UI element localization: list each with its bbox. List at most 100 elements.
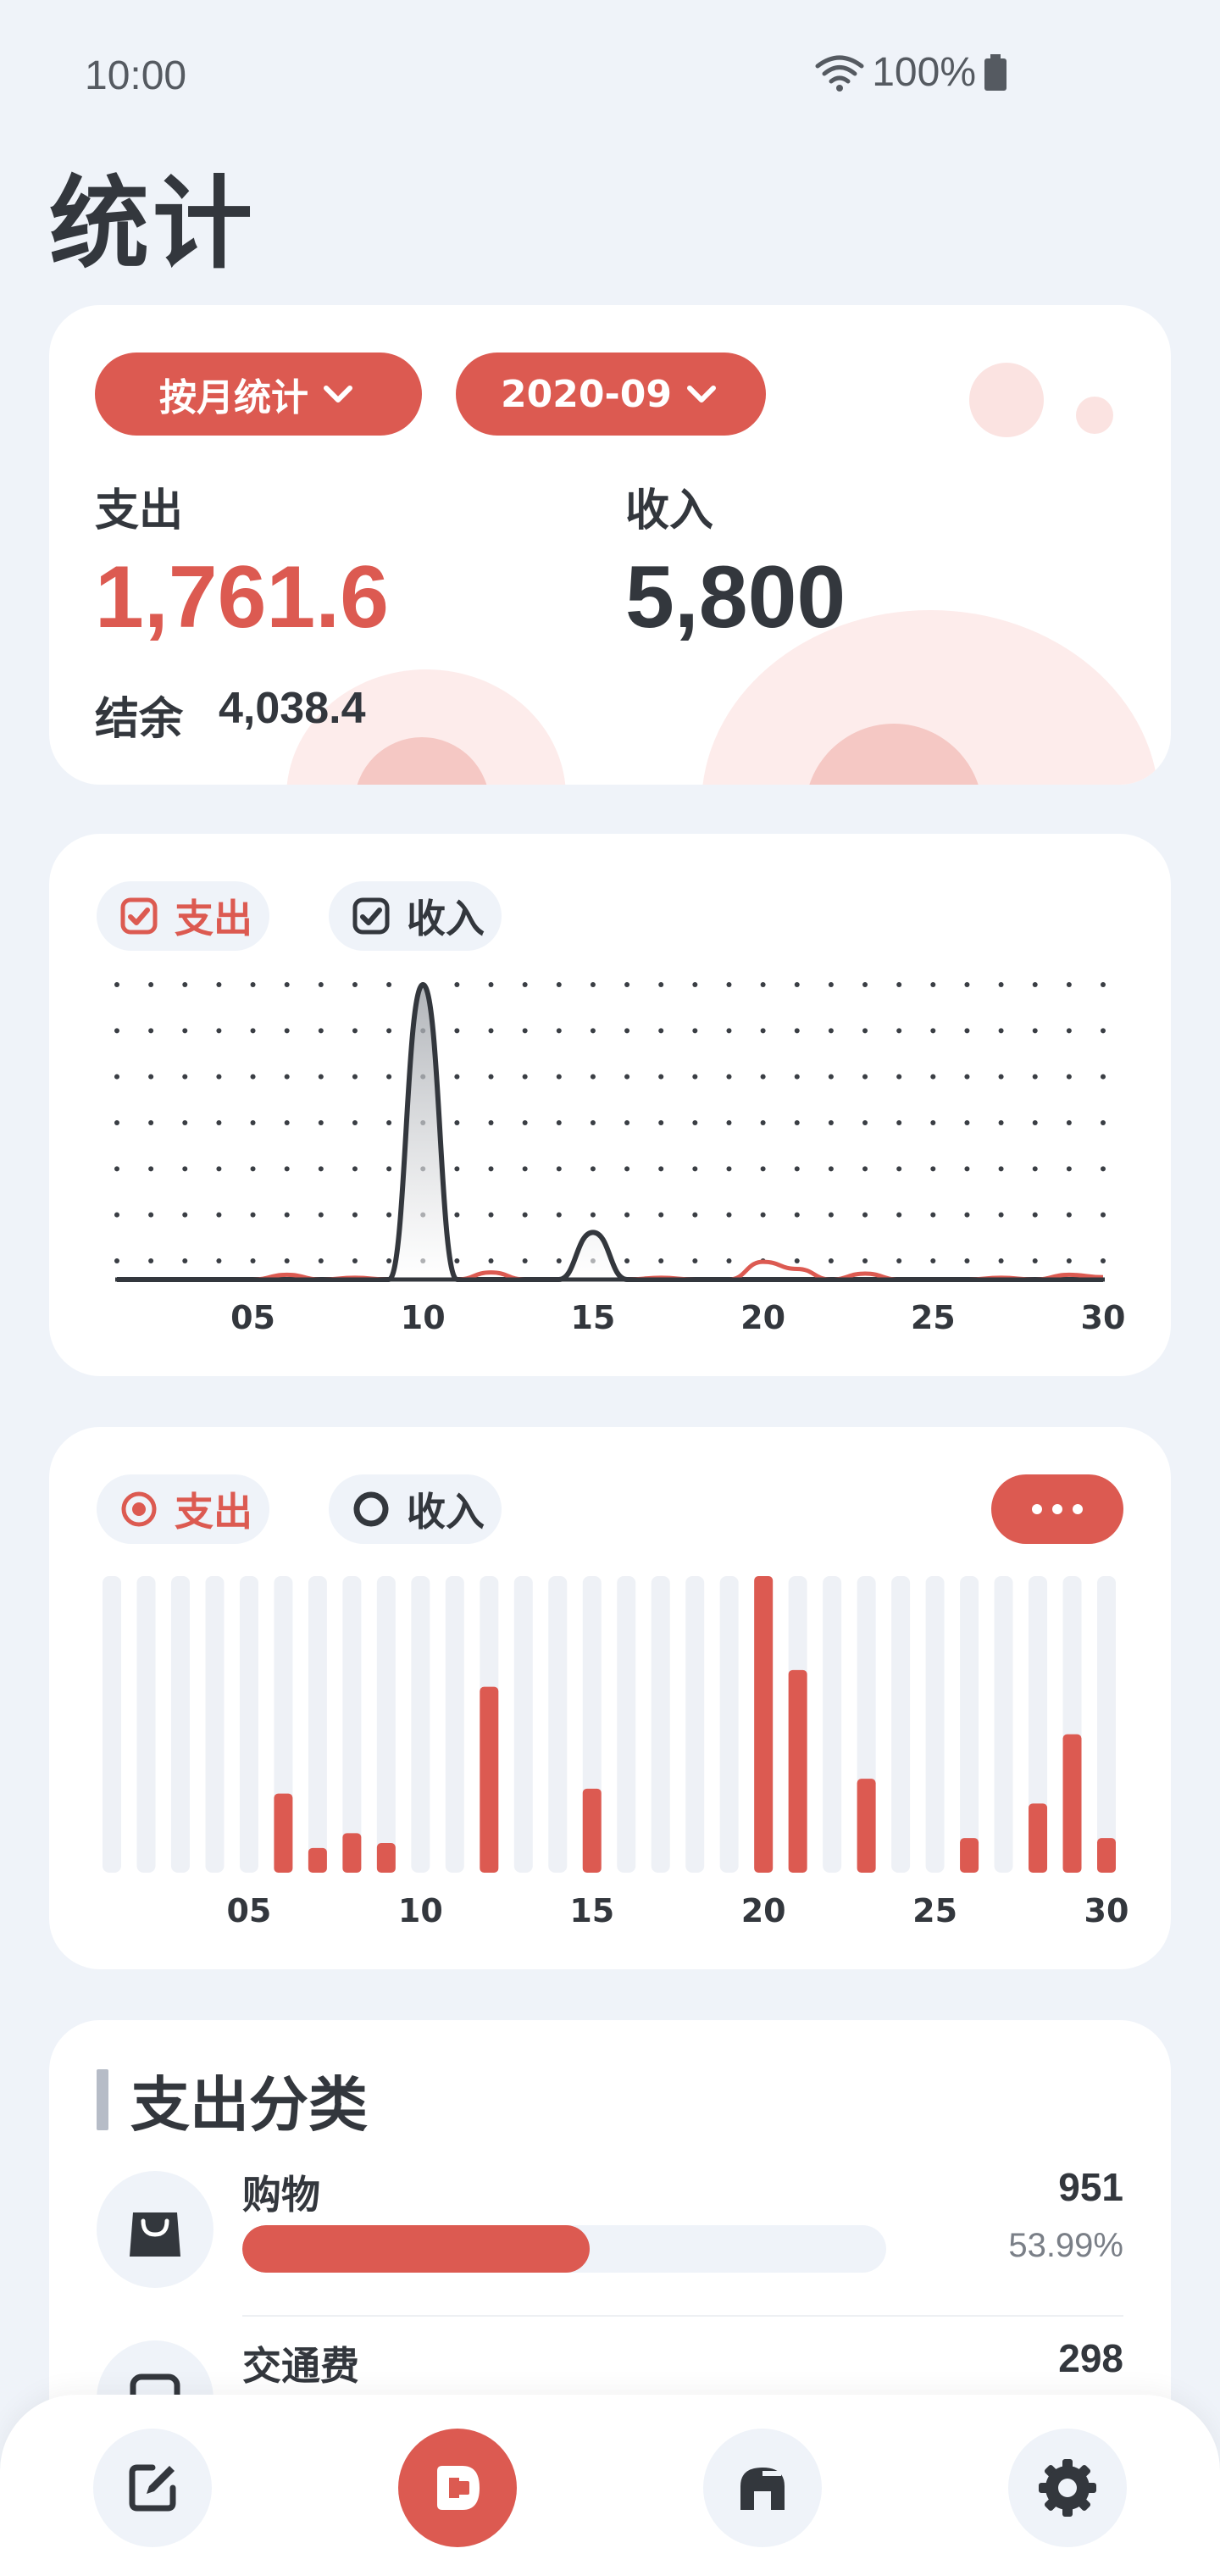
grid-dot (182, 1120, 188, 1125)
balance-value: 4,038.4 (219, 684, 366, 733)
grid-dot (624, 982, 630, 987)
grid-dot (318, 1028, 324, 1034)
grid-dot (1032, 1166, 1038, 1172)
grid-dot (216, 1166, 222, 1172)
bar-track (308, 1576, 327, 1873)
grid-dot (794, 1258, 800, 1263)
grid-dot (624, 1258, 630, 1263)
expense-bar[interactable] (1062, 1734, 1082, 1873)
grid-dot (794, 1166, 800, 1172)
grid-dot (216, 982, 222, 987)
expense-bar[interactable] (480, 1686, 499, 1873)
grid-dot (1066, 1258, 1072, 1263)
grid-dot (114, 982, 119, 987)
expense-bar[interactable] (308, 1847, 327, 1873)
grid-dot (1032, 1120, 1038, 1125)
nav-home-button[interactable] (703, 2429, 822, 2547)
grid-dot (182, 1258, 188, 1263)
grid-dot (726, 982, 732, 987)
grid-dot (216, 1028, 222, 1034)
expense-bar[interactable] (274, 1793, 293, 1873)
category-name: 交通费 (242, 2343, 359, 2389)
mode-dropdown-label: 按月统计 (159, 376, 308, 419)
grid-dot (1101, 1074, 1106, 1080)
expense-bar[interactable] (754, 1576, 774, 1873)
expense-bar[interactable] (857, 1779, 876, 1873)
grid-dot (454, 1258, 460, 1263)
grid-dot (352, 1028, 358, 1034)
grid-dot (964, 1212, 970, 1218)
status-indicators: 100% (814, 49, 1008, 96)
battery-icon (984, 53, 1006, 91)
grid-dot (1101, 1258, 1106, 1263)
nav-settings-button[interactable] (1008, 2429, 1127, 2547)
x-tick-label: 15 (570, 1299, 615, 1336)
expense-value: 1,761.6 (95, 548, 389, 647)
grid-dot (522, 1258, 528, 1263)
grid-dot (284, 1074, 290, 1080)
expense-bar[interactable] (1097, 1838, 1116, 1873)
wifi-icon (815, 55, 864, 92)
income-value: 5,800 (625, 548, 846, 647)
grid-dot (352, 1258, 358, 1263)
x-tick-label: 25 (911, 1299, 956, 1336)
expense-bar[interactable] (960, 1838, 979, 1873)
expense-bar[interactable] (582, 1788, 602, 1873)
grid-dot (896, 1028, 902, 1034)
grid-dot (726, 1166, 732, 1172)
legend-expense-radio[interactable]: 支出 (97, 1474, 269, 1544)
grid-dot (726, 1212, 732, 1218)
grid-dot (352, 1120, 358, 1125)
grid-dot (726, 1120, 732, 1125)
legend-income-label: 收入 (407, 896, 485, 941)
grid-dot (522, 1212, 528, 1218)
x-tick-label: 30 (1084, 1892, 1129, 1929)
expense-bar[interactable] (1029, 1803, 1048, 1873)
nav-stats-button[interactable] (398, 2429, 517, 2547)
status-bar: 10:00 100% (0, 0, 1220, 153)
grid-dot (896, 1074, 902, 1080)
legend-income-toggle[interactable]: 收入 (329, 881, 502, 951)
grid-dot (896, 1258, 902, 1263)
status-time: 10:00 (85, 53, 187, 98)
grid-dot (896, 1212, 902, 1218)
grid-dot (522, 1166, 528, 1172)
expense-bar[interactable] (788, 1669, 807, 1873)
nav-record-button[interactable] (93, 2429, 212, 2547)
grid-dot (862, 982, 868, 987)
category-progress-track (242, 2225, 886, 2273)
x-tick-label: 05 (226, 1892, 271, 1929)
expense-bar[interactable] (342, 1833, 362, 1873)
grid-dot (862, 1258, 868, 1263)
legend-expense-toggle[interactable]: 支出 (97, 881, 269, 951)
grid-dot (658, 1120, 664, 1125)
grid-dot (828, 1166, 834, 1172)
grid-dot (454, 1212, 460, 1218)
more-button[interactable] (991, 1474, 1123, 1544)
checkbox-checked-icon (120, 897, 158, 935)
month-dropdown[interactable]: 2020-09 (456, 353, 766, 436)
grid-dot (522, 1120, 528, 1125)
grid-dot (386, 1166, 392, 1172)
grid-dot (182, 1028, 188, 1034)
legend-expense-label: 支出 (175, 1489, 252, 1535)
grid-dot (114, 1074, 119, 1080)
x-tick-label: 10 (401, 1299, 446, 1336)
grid-dot (624, 1166, 630, 1172)
grid-dot (556, 1074, 562, 1080)
grid-dot (284, 1166, 290, 1172)
decor-circle (1076, 397, 1113, 434)
grid-dot (1101, 1120, 1106, 1125)
grid-dot (216, 1258, 222, 1263)
grid-dot (182, 1074, 188, 1080)
mode-dropdown[interactable]: 按月统计 (95, 353, 422, 436)
grid-dot (352, 1166, 358, 1172)
x-tick-label: 10 (398, 1892, 443, 1929)
grid-dot (930, 1028, 936, 1034)
category-percent: 53.99% (1008, 2227, 1123, 2264)
grid-dot (284, 1212, 290, 1218)
expense-bar[interactable] (376, 1843, 396, 1873)
bar-track (411, 1576, 430, 1873)
legend-income-radio[interactable]: 收入 (329, 1474, 502, 1544)
more-dot (1032, 1504, 1042, 1514)
